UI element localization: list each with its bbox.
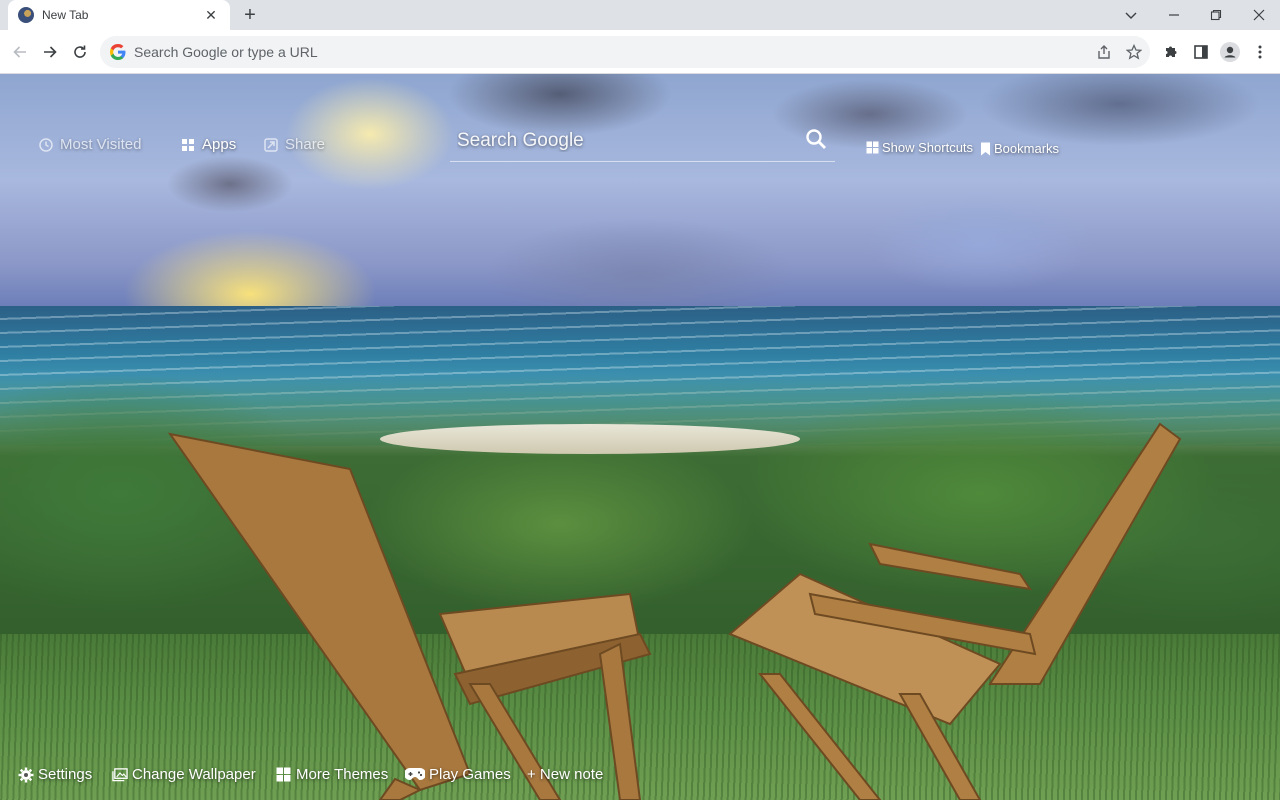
more-themes-link[interactable]: More Themes bbox=[276, 766, 388, 783]
left-chair-image bbox=[167, 432, 652, 800]
search-icon[interactable] bbox=[805, 128, 829, 152]
apps-grid-icon bbox=[180, 137, 196, 153]
share-icon[interactable] bbox=[1090, 38, 1118, 66]
most-visited-label: Most Visited bbox=[60, 136, 142, 153]
play-games-label: Play Games bbox=[429, 766, 511, 783]
restore-icon[interactable] bbox=[1195, 0, 1237, 30]
bookmarks-label: Bookmarks bbox=[994, 141, 1060, 156]
omnibox[interactable] bbox=[100, 36, 1150, 68]
search-input[interactable] bbox=[457, 126, 787, 156]
play-games-link[interactable]: Play Games bbox=[405, 766, 511, 783]
themes-grid-icon bbox=[276, 767, 292, 783]
kebab-menu-icon[interactable] bbox=[1246, 38, 1274, 66]
forward-arrow-icon[interactable] bbox=[36, 38, 64, 66]
more-themes-label: More Themes bbox=[296, 766, 389, 783]
new-tab-page: Most Visited Apps Share Show Shortcuts B… bbox=[0, 74, 1280, 800]
bookmark-icon bbox=[980, 142, 991, 156]
gamepad-icon bbox=[405, 767, 425, 783]
tab-title: New Tab bbox=[42, 8, 89, 22]
bookmarks-link[interactable]: Bookmarks bbox=[980, 141, 1059, 156]
share-label: Share bbox=[285, 136, 326, 153]
omnibox-input[interactable] bbox=[134, 44, 1150, 60]
apps-link[interactable]: Apps bbox=[180, 136, 236, 153]
share-link[interactable]: Share bbox=[263, 136, 325, 153]
wallpaper-chairs bbox=[167, 422, 1182, 800]
tab-favicon-icon bbox=[18, 7, 34, 23]
profile-icon[interactable] bbox=[1216, 38, 1244, 66]
reload-icon[interactable] bbox=[66, 38, 94, 66]
gear-icon bbox=[18, 767, 34, 783]
settings-label: Settings bbox=[38, 766, 93, 783]
history-icon bbox=[38, 137, 54, 153]
google-logo-icon bbox=[110, 44, 126, 60]
settings-link[interactable]: Settings bbox=[18, 766, 92, 783]
right-chair-image bbox=[728, 422, 1182, 800]
star-icon[interactable] bbox=[1120, 38, 1148, 66]
show-shortcuts-label: Show Shortcuts bbox=[882, 140, 974, 155]
close-window-icon[interactable] bbox=[1238, 0, 1280, 30]
change-wallpaper-link[interactable]: Change Wallpaper bbox=[112, 766, 256, 783]
tab-search-icon[interactable] bbox=[1110, 0, 1152, 30]
shortcuts-grid-icon bbox=[866, 141, 879, 154]
new-note-link[interactable]: + New note bbox=[527, 766, 603, 783]
tab-close-icon[interactable]: ✕ bbox=[202, 6, 220, 24]
back-arrow-icon[interactable] bbox=[6, 38, 34, 66]
tab-strip: New Tab ✕ + bbox=[0, 0, 1280, 30]
browser-toolbar bbox=[0, 30, 1280, 74]
minimize-icon[interactable] bbox=[1153, 0, 1195, 30]
tab-new-tab[interactable]: New Tab ✕ bbox=[8, 0, 230, 30]
apps-label: Apps bbox=[202, 136, 237, 153]
show-shortcuts-link[interactable]: Show Shortcuts bbox=[866, 140, 973, 155]
side-panel-icon[interactable] bbox=[1187, 38, 1215, 66]
new-tab-button[interactable]: + bbox=[238, 3, 262, 27]
most-visited-link[interactable]: Most Visited bbox=[38, 136, 141, 153]
share-icon bbox=[263, 137, 279, 153]
search-box bbox=[450, 122, 835, 162]
new-note-label: + New note bbox=[527, 766, 604, 783]
puzzle-icon[interactable] bbox=[1157, 38, 1185, 66]
wallpaper-icon bbox=[112, 767, 128, 783]
change-wallpaper-label: Change Wallpaper bbox=[132, 766, 256, 783]
